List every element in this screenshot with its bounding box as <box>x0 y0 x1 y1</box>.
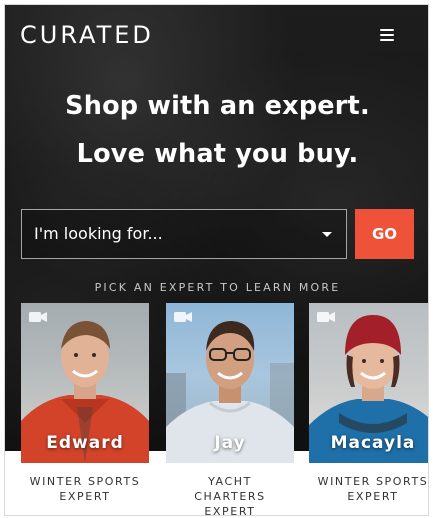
expert-role-line: EXPERT <box>347 490 399 503</box>
expert-name: Macayla <box>330 433 416 453</box>
hero-headline-line1: Shop with an expert. <box>65 91 370 121</box>
expert-photo: Jay <box>166 303 294 463</box>
expert-card-macayla[interactable]: Macayla WINTER SPORTS EXPERT <box>309 303 429 504</box>
expert-card-edward[interactable]: Edward WINTER SPORTS EXPERT <box>21 303 149 504</box>
video-camera-icon <box>174 312 192 322</box>
expert-name: Jay <box>214 433 246 453</box>
go-button[interactable]: GO <box>355 209 414 259</box>
expert-role-line: YACHT <box>208 475 252 488</box>
caret-down-icon <box>322 232 332 237</box>
expert-role-line: CHARTERS <box>194 490 266 503</box>
hero-headline-line2: Love what you buy. <box>76 139 359 169</box>
expert-role-line: EXPERT <box>59 490 111 503</box>
category-select-value: I'm looking for... <box>34 224 163 243</box>
expert-role-line: WINTER SPORTS <box>317 475 429 488</box>
expert-photo: Macayla <box>309 303 428 463</box>
expert-photo: Edward <box>21 303 149 463</box>
video-camera-icon <box>29 312 47 322</box>
expert-role: WINTER SPORTS EXPERT <box>309 474 429 504</box>
logo[interactable]: CURATED <box>20 21 154 49</box>
expert-role-line: EXPERT <box>204 505 256 516</box>
expert-role: YACHT CHARTERS EXPERT <box>166 474 294 516</box>
expert-name: Edward <box>46 433 124 453</box>
expert-role: WINTER SPORTS EXPERT <box>21 474 149 504</box>
expert-role-line: WINTER SPORTS <box>29 475 141 488</box>
expert-card-jay[interactable]: Jay YACHT CHARTERS EXPERT <box>166 303 294 516</box>
category-select[interactable]: I'm looking for... <box>21 209 347 259</box>
video-camera-icon <box>317 312 335 322</box>
hamburger-menu-icon[interactable] <box>377 27 397 45</box>
page-frame: CURATED Shop with an expert. Love what y… <box>4 4 429 516</box>
experts-prompt: PICK AN EXPERT TO LEARN MORE <box>94 281 341 294</box>
